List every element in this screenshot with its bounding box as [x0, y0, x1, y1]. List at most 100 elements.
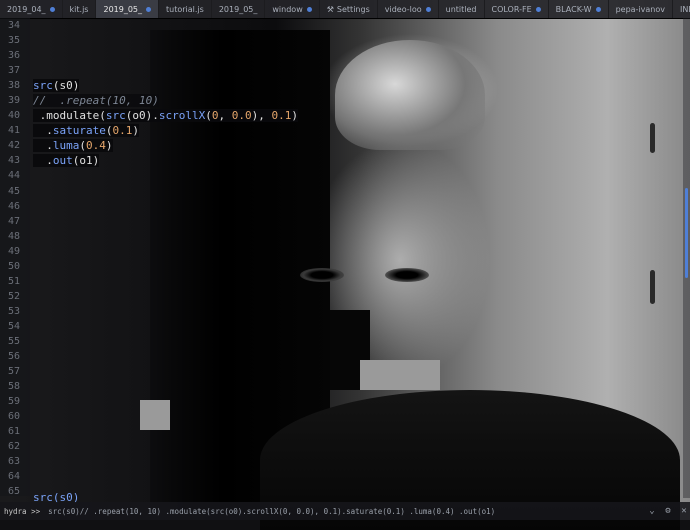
code-editor[interactable]: src(s0) // .repeat(10, 10) .modulate(src… [33, 78, 298, 168]
glitch-block [360, 360, 440, 390]
code-number: 0.1 [112, 124, 133, 137]
modified-dot-icon [49, 6, 55, 12]
tab-label: untitled [445, 4, 477, 14]
modified-dot-icon [306, 6, 312, 12]
code-number: 0.0 [231, 109, 252, 122]
code-token: , [218, 109, 232, 122]
line-number: 40 [7, 110, 20, 122]
code-line-38[interactable]: src(s0) [33, 78, 298, 93]
line-number: 48 [7, 230, 20, 242]
code-token: ( [52, 79, 60, 92]
tab-2[interactable]: 2019_05_ [96, 0, 160, 18]
line-number: 44 [7, 170, 20, 182]
line-number: 39 [7, 95, 20, 107]
tab-4[interactable]: 2019_05_ [212, 0, 266, 18]
code-token: saturate [52, 124, 106, 137]
code-token: ) [105, 139, 113, 152]
chevron-icon[interactable]: ⌄ [646, 506, 658, 516]
tab-7[interactable]: video-loo [378, 0, 439, 18]
dark-mark [650, 123, 655, 153]
line-number: 63 [7, 456, 20, 468]
tab-label: tutorial.js [166, 4, 204, 14]
tab-label: window [272, 4, 303, 14]
code-token: scrollX [158, 109, 206, 122]
line-number: 43 [7, 155, 20, 167]
tab-label: pepa-ivanov [615, 4, 666, 14]
code-token: s0 [59, 79, 73, 92]
tab-1[interactable]: kit.js [63, 0, 97, 18]
code-token: ) [132, 124, 139, 137]
close-icon[interactable]: ✕ [678, 506, 690, 516]
tab-label: Settings [336, 4, 370, 14]
repl-prompt: hydra >> [4, 506, 41, 516]
tab-8[interactable]: untitled [439, 0, 485, 18]
hair-region [335, 40, 485, 150]
line-number: 45 [7, 185, 20, 197]
gear-icon[interactable]: ⚙ [662, 506, 674, 516]
code-line-39[interactable]: // .repeat(10, 10) [33, 93, 298, 108]
tab-5[interactable]: window [265, 0, 320, 18]
line-number: 55 [7, 335, 20, 347]
code-number: 0.1 [271, 109, 292, 122]
line-number: 56 [7, 351, 20, 363]
tab-0[interactable]: 2019_04_ [0, 0, 63, 18]
tab-label: 2019_05_ [218, 4, 258, 14]
tab-10[interactable]: BLACK-W [549, 0, 609, 18]
status-bar: hydra >> src(s0)// .repeat(10, 10) .modu… [0, 502, 690, 520]
tab-label: 2019_05_ [103, 4, 143, 14]
left-eye [300, 268, 344, 282]
code-token: ( [79, 139, 86, 152]
code-token: .modulate( [33, 109, 106, 122]
line-number: 46 [7, 200, 20, 212]
line-number: 65 [7, 486, 20, 496]
code-token: . [33, 124, 53, 137]
tab-label: COLOR-FE [491, 4, 532, 14]
line-number: 51 [7, 275, 20, 287]
tab-9[interactable]: COLOR-FE [485, 0, 549, 18]
tab-label: INDIA_s [680, 4, 690, 14]
code-token: src [105, 109, 126, 122]
code-number: 0.4 [86, 139, 106, 152]
code-token: ) [72, 79, 80, 92]
modified-dot-icon [146, 6, 152, 12]
tab-12[interactable]: INDIA_s [673, 0, 690, 18]
line-number: 58 [7, 381, 20, 393]
line-number: 64 [7, 471, 20, 483]
line-number: 54 [7, 320, 20, 332]
code-token: src [33, 79, 53, 92]
scrollbar-thumb[interactable] [685, 188, 688, 278]
code-token: ), [251, 109, 272, 122]
code-token: ( [205, 109, 212, 122]
tab-6[interactable]: ⚒ Settings [320, 0, 378, 18]
dark-mark [650, 270, 655, 304]
line-number: 47 [7, 215, 20, 227]
code-line-42[interactable]: .luma(0.4) [33, 138, 298, 153]
modified-dot-icon [595, 6, 601, 12]
tab-3[interactable]: tutorial.js [159, 0, 212, 18]
code-token: luma [52, 139, 80, 152]
line-number: 50 [7, 260, 20, 272]
line-number: 38 [7, 80, 20, 92]
line-number: 42 [7, 140, 20, 152]
code-line-43[interactable]: .out(o1) [33, 153, 298, 168]
line-number: 35 [7, 35, 20, 47]
code-token: . [33, 139, 53, 152]
code-token: ) [291, 109, 298, 122]
glitch-block [140, 400, 170, 430]
editor-scrollbar[interactable] [683, 18, 690, 498]
line-number: 41 [7, 125, 20, 137]
line-number: 57 [7, 366, 20, 378]
tab-11[interactable]: pepa-ivanov [609, 0, 674, 18]
code-token: (o0). [125, 109, 159, 122]
code-token: out [52, 154, 73, 167]
repl-output: src(s0)// .repeat(10, 10) .modulate(src(… [48, 506, 496, 516]
line-number: 36 [7, 50, 20, 62]
line-number: 37 [7, 65, 20, 77]
tab-label: 2019_04_ [7, 4, 46, 14]
line-number: 59 [7, 396, 20, 408]
line-number: 49 [7, 245, 20, 257]
code-line-41[interactable]: .saturate(0.1) [33, 123, 298, 138]
tab-bar: 2019_04_ kit.js 2019_05_ tutorial.js 2019_05… [0, 0, 690, 19]
code-token: . [33, 154, 53, 167]
code-line-40[interactable]: .modulate(src(o0).scrollX(0, 0.0), 0.1) [33, 108, 298, 123]
